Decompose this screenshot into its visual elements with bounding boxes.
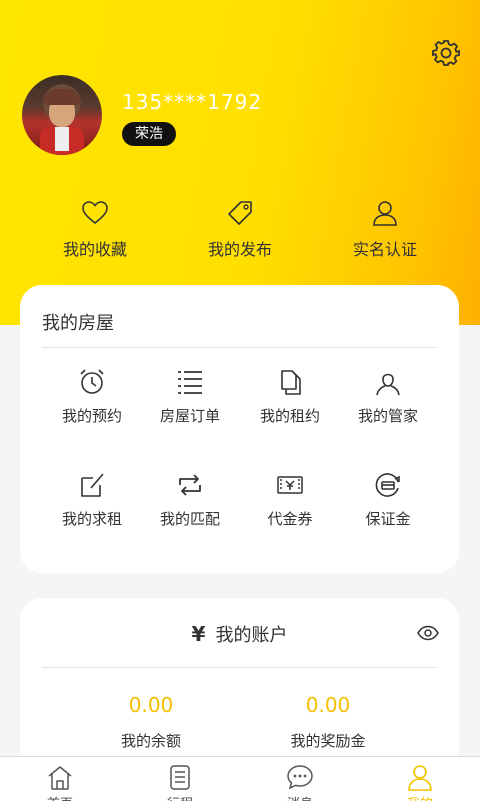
grid-item-label: 我的租约 bbox=[259, 407, 320, 425]
heart-icon bbox=[82, 201, 108, 225]
grid-item-appointment[interactable]: 我的预约 bbox=[42, 367, 142, 426]
phone-number: 135****1792 bbox=[122, 90, 263, 114]
account-title: ¥ 我的账户 bbox=[20, 621, 459, 647]
grid-item-label: 我的管家 bbox=[357, 407, 418, 425]
grid-item-label: 我的预约 bbox=[61, 407, 122, 425]
tab-schedule[interactable]: 行程 bbox=[140, 763, 220, 801]
message-icon bbox=[287, 765, 313, 790]
avatar-collar bbox=[55, 127, 69, 151]
documents-icon bbox=[281, 370, 301, 395]
quick-link-favorites[interactable]: 我的收藏 bbox=[35, 198, 155, 260]
grid-item-orders[interactable]: 房屋订单 bbox=[140, 367, 240, 426]
grid-item-deposit[interactable]: 保证金 bbox=[338, 470, 438, 529]
quick-link-label: 我的收藏 bbox=[62, 240, 127, 259]
voucher-icon bbox=[277, 476, 303, 494]
tab-home[interactable]: 首页 bbox=[20, 763, 100, 801]
tab-me[interactable]: 我的 bbox=[380, 763, 460, 801]
card-title: 我的房屋 bbox=[42, 313, 114, 334]
reward-amount[interactable]: 0.00 bbox=[253, 693, 403, 717]
grid-item-voucher[interactable]: 代金券 bbox=[240, 470, 340, 529]
grid-item-match[interactable]: 我的匹配 bbox=[140, 470, 240, 529]
grid-item-rent-request[interactable]: 我的求租 bbox=[42, 470, 142, 529]
yen-icon: ¥ bbox=[191, 622, 206, 646]
quick-link-publish[interactable]: 我的发布 bbox=[180, 198, 300, 260]
home-icon bbox=[48, 766, 72, 790]
edit-icon bbox=[81, 473, 104, 497]
grid-item-label: 保证金 bbox=[365, 510, 411, 528]
nickname-badge: 荣浩 bbox=[122, 122, 176, 146]
account-title-text: 我的账户 bbox=[215, 625, 288, 646]
user-icon bbox=[408, 765, 432, 791]
quick-link-label: 我的发布 bbox=[207, 240, 272, 259]
divider bbox=[42, 347, 437, 348]
grid-item-label: 我的求租 bbox=[61, 510, 122, 528]
exchange-icon bbox=[179, 474, 201, 496]
balance-amount[interactable]: 0.00 bbox=[76, 693, 226, 717]
eye-icon[interactable] bbox=[417, 625, 439, 641]
alarm-clock-icon bbox=[80, 369, 104, 394]
divider bbox=[42, 667, 437, 668]
grid-item-lease[interactable]: 我的租约 bbox=[240, 367, 340, 426]
bottom-tab-bar: 首页 行程 消息 我的 bbox=[0, 756, 480, 801]
schedule-icon bbox=[170, 765, 190, 790]
quick-link-verification[interactable]: 实名认证 bbox=[325, 198, 445, 260]
my-house-card: 我的房屋 我的预约 房屋订单 我的租约 我的管家 我的求租 我的匹配 代金券 保… bbox=[20, 285, 459, 573]
tab-messages[interactable]: 消息 bbox=[260, 763, 340, 801]
grid-item-butler[interactable]: 我的管家 bbox=[338, 367, 438, 426]
gear-icon[interactable] bbox=[431, 38, 461, 68]
deposit-icon bbox=[375, 473, 400, 497]
avatar[interactable] bbox=[22, 75, 102, 155]
balance-label: 我的余额 bbox=[120, 732, 181, 750]
profile-header: 135****1792 荣浩 我的收藏 我的发布 实名认证 bbox=[0, 0, 480, 325]
grid-item-label: 代金券 bbox=[267, 510, 313, 528]
butler-icon bbox=[376, 373, 400, 396]
grid-item-label: 房屋订单 bbox=[159, 407, 220, 425]
tag-icon bbox=[228, 201, 252, 225]
grid-item-label: 我的匹配 bbox=[159, 510, 220, 528]
avatar-cap bbox=[44, 89, 80, 105]
reward-label: 我的奖励金 bbox=[290, 732, 366, 750]
quick-link-label: 实名认证 bbox=[352, 240, 417, 259]
list-icon bbox=[178, 371, 202, 394]
person-icon bbox=[373, 201, 397, 226]
